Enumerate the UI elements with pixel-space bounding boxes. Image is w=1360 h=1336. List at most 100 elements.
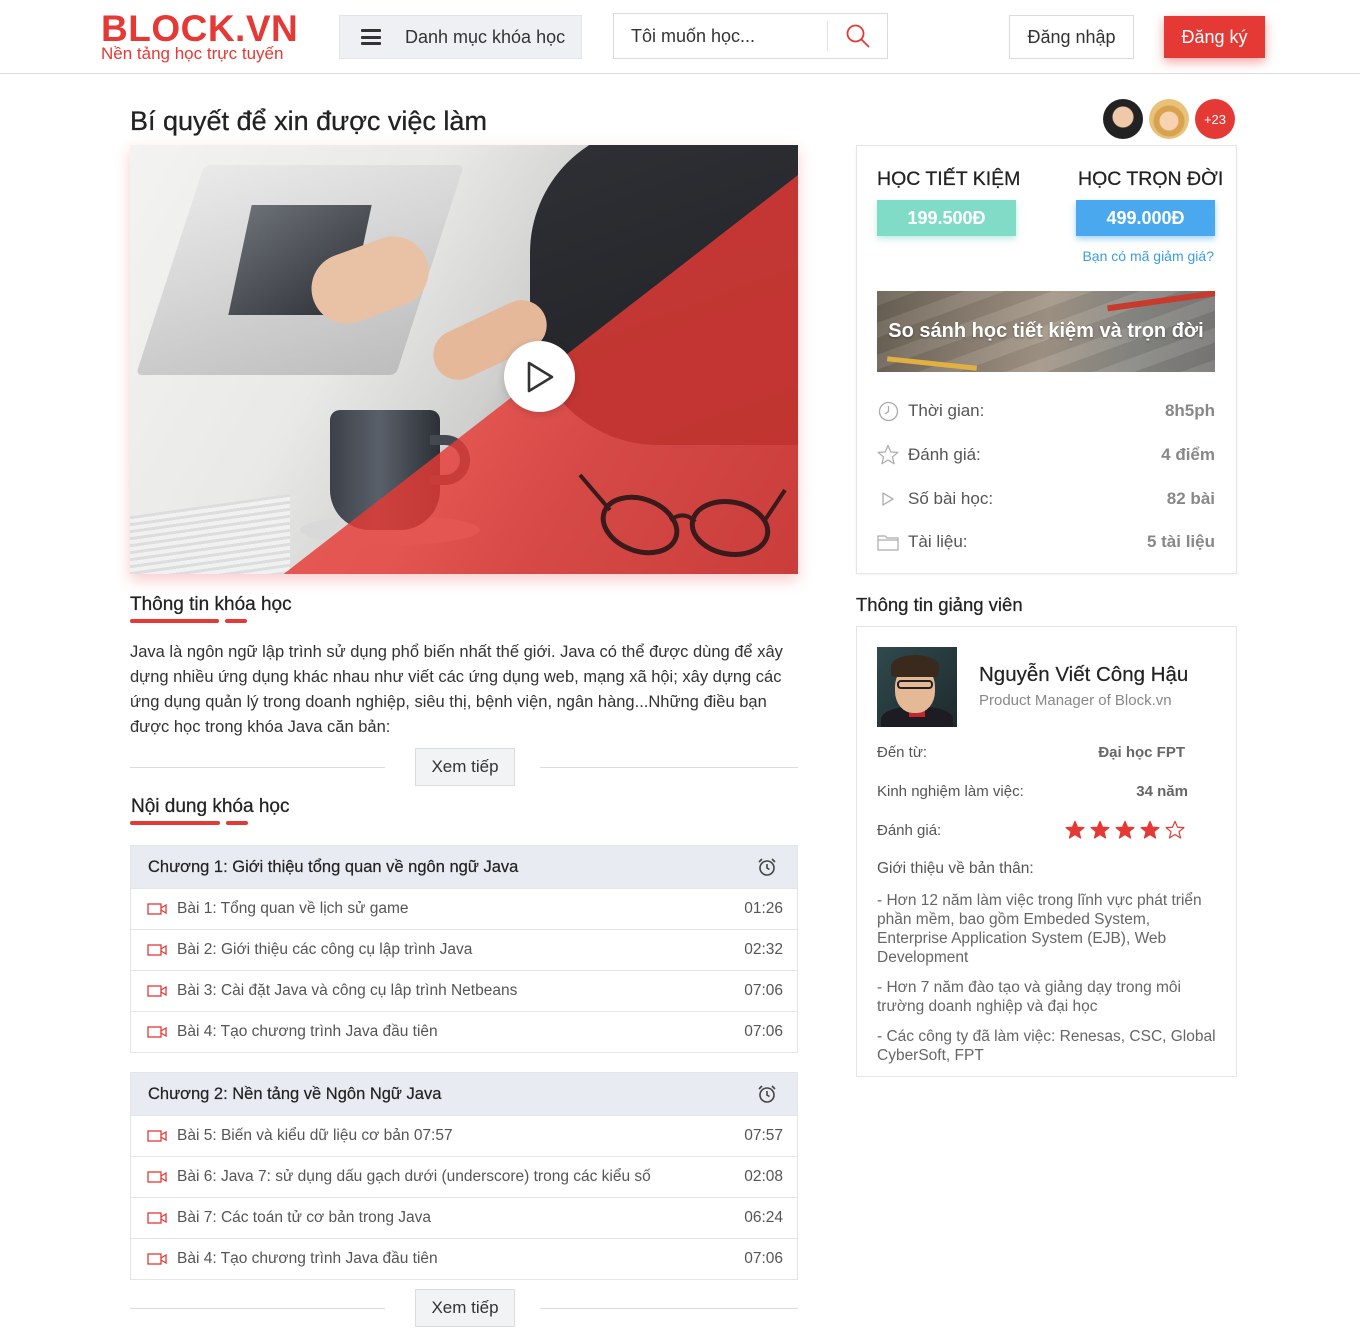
from-label: Đến từ: <box>877 744 928 761</box>
lesson-duration: 07:06 <box>744 1250 783 1267</box>
lesson-item[interactable]: Bài 4: Tạo chương trình Java đầu tiên 07… <box>131 1011 797 1052</box>
lesson-title: Bài 3: Cài đặt Java và công cụ lâp trình… <box>177 982 518 999</box>
course-title: Bí quyết để xin được việc làm <box>130 106 487 136</box>
play-button[interactable] <box>504 341 575 412</box>
read-more-button[interactable]: Xem tiếp <box>415 748 515 786</box>
saving-plan-label: HỌC TIẾT KIỆM <box>877 168 1021 190</box>
chapter-header[interactable]: Chương 2: Nền tảng về Ngôn Ngữ Java <box>131 1073 797 1115</box>
course-info-heading: Thông tin khóa học <box>130 594 292 615</box>
stat-value: 8h5ph <box>1164 401 1215 420</box>
lesson-title: Bài 6: Java 7: sử dụng dấu gạch dưới (un… <box>177 1168 651 1185</box>
bio-paragraph: - Hơn 12 năm làm việc trong lĩnh vực phá… <box>877 892 1202 966</box>
category-menu-button[interactable]: Danh mục khóa học <box>339 15 582 59</box>
lesson-duration: 07:06 <box>744 982 783 999</box>
stat-row: Số bài học: 82 bài <box>877 487 1215 511</box>
login-button[interactable]: Đăng nhập <box>1009 15 1134 59</box>
star-filled-icon <box>1115 820 1135 839</box>
video-camera-icon <box>147 1252 167 1266</box>
play-icon <box>527 361 553 392</box>
chapter-header[interactable]: Chương 1: Giới thiệu tổng quan về ngôn n… <box>131 846 797 888</box>
rating-label: Đánh giá: <box>877 822 942 839</box>
compare-plans-label: So sánh học tiết kiệm và trọn đời <box>888 320 1204 342</box>
experience-label: Kinh nghiệm làm việc: <box>877 783 1024 800</box>
video-camera-icon <box>147 1129 167 1143</box>
logo-tagline: Nền tảng học trực tuyến <box>101 44 284 63</box>
chapter: Chương 2: Nền tảng về Ngôn Ngữ Java Bài … <box>130 1072 798 1280</box>
chapter-title: Chương 2: Nền tảng về Ngôn Ngữ Java <box>148 1084 442 1103</box>
learner-avatars[interactable]: +23 <box>1103 99 1241 139</box>
stat-label: Số bài học: <box>908 489 994 508</box>
alarm-clock-icon <box>758 1085 776 1103</box>
lesson-item[interactable]: Bài 3: Cài đặt Java và công cụ lâp trình… <box>131 970 797 1011</box>
stat-row: Đánh giá: 4 điểm <box>877 443 1215 467</box>
signup-button[interactable]: Đăng ký <box>1164 16 1265 58</box>
video-camera-icon <box>147 1025 167 1039</box>
lesson-duration: 02:08 <box>744 1168 783 1185</box>
category-menu-label: Danh mục khóa học <box>405 26 566 47</box>
lesson-item[interactable]: Bài 2: Giới thiệu các công cụ lập trình … <box>131 929 797 970</box>
lesson-title: Bài 5: Biến và kiểu dữ liệu cơ bản 07:57 <box>177 1127 453 1144</box>
video-camera-icon <box>147 1170 167 1184</box>
stat-row: Tài liệu: 5 tài liệu <box>877 530 1215 554</box>
lesson-duration: 07:57 <box>744 1127 783 1144</box>
coupon-link[interactable]: Bạn có mã giảm giá? <box>1082 248 1214 264</box>
star-filled-icon <box>1090 820 1110 839</box>
lesson-duration: 02:32 <box>744 941 783 958</box>
lesson-title: Bài 4: Tạo chương trình Java đầu tiên <box>177 1023 438 1040</box>
load-more-lessons-button[interactable]: Xem tiếp <box>415 1289 515 1327</box>
alarm-clock-icon <box>758 858 776 876</box>
instructor-heading: Thông tin giảng viên <box>856 594 1023 615</box>
lifetime-plan-label: HỌC TRỌN ĐỜI <box>1078 168 1224 190</box>
video-camera-icon <box>147 984 167 998</box>
lifetime-price-button[interactable]: 499.000Đ <box>1076 200 1215 236</box>
avatar[interactable] <box>1149 99 1189 139</box>
lesson-item[interactable]: Bài 7: Các toán tử cơ bản trong Java 06:… <box>131 1197 797 1238</box>
search-input[interactable] <box>614 21 828 51</box>
lesson-item[interactable]: Bài 6: Java 7: sử dụng dấu gạch dưới (un… <box>131 1156 797 1197</box>
stat-value: 82 bài <box>1166 489 1215 508</box>
lesson-title: Bài 2: Giới thiệu các công cụ lập trình … <box>177 941 473 958</box>
star-filled-icon <box>1140 820 1160 839</box>
saving-price-button[interactable]: 199.500Đ <box>877 200 1016 236</box>
lesson-title: Bài 4: Tạo chương trình Java đầu tiên <box>177 1250 438 1267</box>
instructor-name[interactable]: Nguyễn Viết Công Hậu <box>979 663 1189 687</box>
more-row: Xem tiếp <box>130 1289 798 1327</box>
chapter: Chương 1: Giới thiệu tổng quan về ngôn n… <box>130 845 798 1053</box>
compare-plans-banner[interactable]: So sánh học tiết kiệm và trọn đời <box>877 291 1215 372</box>
stat-label: Thời gian: <box>908 401 985 420</box>
lesson-item[interactable]: Bài 5: Biến và kiểu dữ liệu cơ bản 07:57… <box>131 1115 797 1156</box>
clock-icon <box>877 400 899 422</box>
lesson-duration: 01:26 <box>744 900 783 917</box>
course-description: Java là ngôn ngữ lập trình sử dụng phổ b… <box>130 643 783 736</box>
course-video[interactable] <box>130 145 798 574</box>
site-header: BLOCK.VN Nền tảng học trực tuyến Danh mụ… <box>0 0 1360 74</box>
bio-heading: Giới thiệu về bản thân: <box>877 860 1034 877</box>
search-button[interactable] <box>828 14 887 58</box>
chapter-title: Chương 1: Giới thiệu tổng quan về ngôn n… <box>148 857 519 876</box>
lesson-item[interactable]: Bài 1: Tổng quan về lịch sử game 01:26 <box>131 888 797 929</box>
instructor-role: Product Manager of Block.vn <box>979 692 1172 709</box>
video-camera-icon <box>147 902 167 916</box>
lesson-item[interactable]: Bài 4: Tạo chương trình Java đầu tiên 07… <box>131 1238 797 1279</box>
stat-row: Thời gian: 8h5ph <box>877 399 1215 423</box>
stat-value: 4 điểm <box>1161 445 1215 464</box>
bio-paragraph: - Hơn 7 năm đào tạo và giảng dạy trong m… <box>877 979 1181 1015</box>
from-value: Đại học FPT <box>1098 744 1185 761</box>
instructor-avatar[interactable] <box>877 647 957 727</box>
star-filled-icon <box>1065 820 1085 839</box>
lesson-duration: 06:24 <box>744 1209 783 1226</box>
instructor-card: Nguyễn Viết Công Hậu Product Manager of … <box>856 626 1237 1077</box>
instructor-from-row: Đến từ: Đại học FPT <box>877 744 1185 761</box>
hamburger-icon <box>361 29 381 45</box>
rating-stars <box>1065 820 1185 840</box>
play-outline-icon <box>877 488 899 510</box>
pricing-card: HỌC TIẾT KIỆM HỌC TRỌN ĐỜI 199.500Đ 499.… <box>856 145 1237 574</box>
logo[interactable]: BLOCK.VN Nền tảng học trực tuyến <box>101 8 299 63</box>
video-camera-icon <box>147 943 167 957</box>
more-learners-badge[interactable]: +23 <box>1195 99 1235 139</box>
avatar[interactable] <box>1103 99 1143 139</box>
lesson-title: Bài 7: Các toán tử cơ bản trong Java <box>177 1209 432 1226</box>
star-outline-icon <box>1165 820 1185 839</box>
lesson-title: Bài 1: Tổng quan về lịch sử game <box>177 900 409 917</box>
logo-text: BLOCK.VN <box>101 8 299 49</box>
